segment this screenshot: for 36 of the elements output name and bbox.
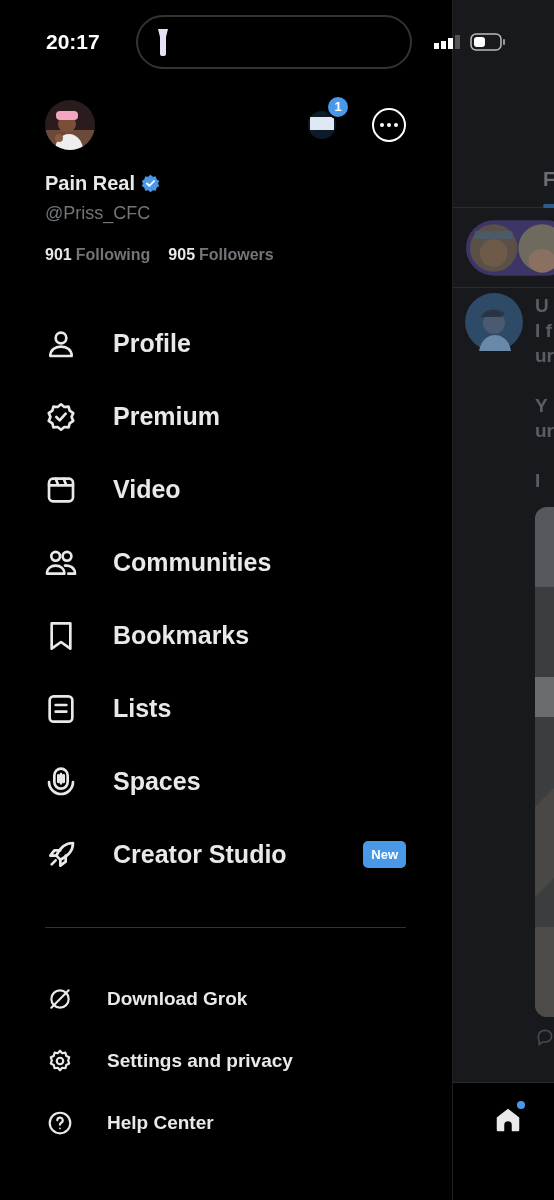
following-link[interactable]: 901 Following: [45, 243, 151, 267]
stories-pill[interactable]: [465, 218, 554, 277]
menu-item[interactable]: Help Center: [107, 1108, 214, 1138]
menu-item[interactable]: Settings and privacy: [107, 1046, 293, 1076]
clock-time: 20:17: [46, 29, 101, 56]
menu-item[interactable]: Video: [113, 470, 181, 509]
battery-icon: [470, 33, 506, 51]
menu-item[interactable]: Download Grok: [107, 984, 248, 1014]
help-icon: [47, 1110, 73, 1136]
menu-item[interactable]: Lists: [113, 689, 172, 728]
menu-item[interactable]: Communities: [113, 543, 272, 582]
menu-item[interactable]: Spaces: [113, 762, 201, 801]
post-author: U: [535, 294, 549, 318]
post-text: I f: [535, 319, 552, 343]
post-text: I: [535, 469, 541, 493]
check-badge-icon: [45, 400, 77, 433]
slashed-circle-icon: [47, 986, 73, 1012]
menu-item[interactable]: Profile: [113, 324, 191, 363]
menu-item[interactable]: Premium: [113, 397, 220, 436]
post-text: Y: [535, 394, 548, 418]
more-icon: [380, 123, 398, 127]
settings-icon: [47, 1048, 73, 1074]
followers-link[interactable]: 905 Followers: [168, 243, 274, 267]
menu-item[interactable]: Bookmarks: [113, 616, 250, 655]
account-handle: @Priss_CFC: [45, 202, 151, 226]
post-text: ur: [535, 419, 554, 443]
list-icon: [45, 692, 77, 725]
post-text: ur: [535, 344, 554, 368]
signal-icon: [434, 35, 462, 49]
new-badge: New: [363, 840, 406, 869]
menu-item[interactable]: Creator Studio: [113, 835, 287, 874]
account-name: Pain Real: [45, 171, 136, 196]
flashlight-icon: [156, 27, 170, 57]
microphone-icon: [45, 765, 77, 798]
more-button[interactable]: [372, 108, 406, 142]
notification-badge: 1: [326, 95, 350, 119]
